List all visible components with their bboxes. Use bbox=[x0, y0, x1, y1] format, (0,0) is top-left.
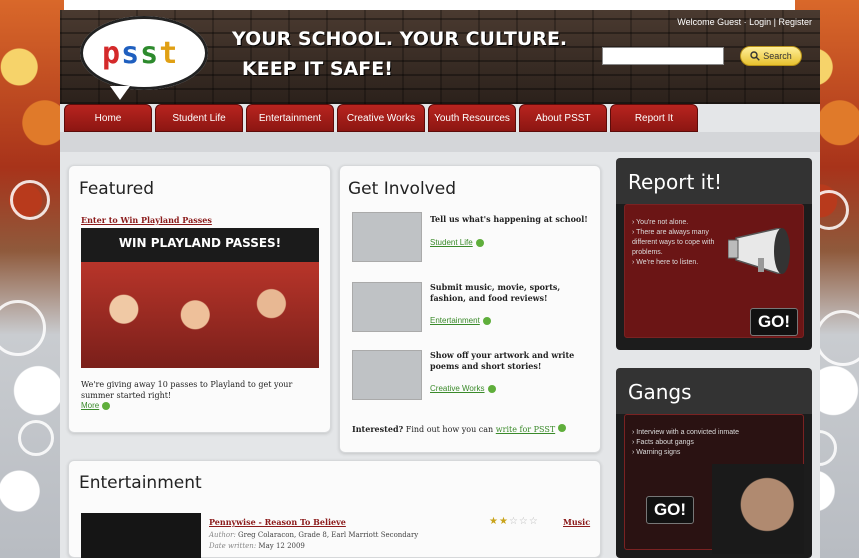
megaphone-thumbnail[interactable] bbox=[352, 212, 422, 262]
star-icon: ☆ bbox=[508, 516, 519, 527]
main-nav: Home Student Life Entertainment Creative… bbox=[64, 104, 698, 132]
involved-link-entertainment[interactable]: Entertainment bbox=[430, 316, 491, 325]
left-decorative-art bbox=[0, 0, 64, 558]
arrow-icon bbox=[557, 424, 566, 432]
nav-home[interactable]: Home bbox=[64, 104, 152, 132]
arrow-icon bbox=[487, 384, 496, 393]
list-item: You're not alone. bbox=[632, 218, 720, 228]
search-button-label: Search bbox=[763, 51, 792, 61]
search-input[interactable] bbox=[602, 47, 724, 65]
involved-link-label: Student Life bbox=[430, 238, 473, 247]
star-icon: ☆ bbox=[528, 516, 539, 527]
report-it-promo[interactable]: Report it! You're not alone. There are a… bbox=[616, 158, 812, 350]
arrow-icon bbox=[482, 316, 491, 325]
involved-link-label: Entertainment bbox=[430, 316, 480, 325]
list-item: Interview with a convicted inmate bbox=[632, 428, 762, 438]
involved-link-student-life[interactable]: Student Life bbox=[430, 238, 484, 247]
involved-link-creative-works[interactable]: Creative Works bbox=[430, 384, 496, 393]
entertainment-date: Date written: May 12 2009 bbox=[209, 542, 305, 550]
report-it-title: Report it! bbox=[628, 170, 723, 194]
get-involved-title: Get Involved bbox=[348, 179, 456, 199]
entertainment-panel: Entertainment Pennywise - Reason To Beli… bbox=[68, 460, 601, 558]
arrow-icon bbox=[102, 401, 111, 410]
gangs-list: Interview with a convicted inmate Facts … bbox=[632, 428, 762, 458]
involved-link-label: Creative Works bbox=[430, 384, 485, 393]
involved-heading-3: Show off your artwork and write poems an… bbox=[430, 350, 575, 371]
get-involved-panel: Get Involved Tell us what's happening at… bbox=[339, 165, 601, 453]
write-for-psst-link[interactable]: write for PSST bbox=[496, 425, 555, 434]
featured-link[interactable]: Enter to Win Playland Passes bbox=[81, 215, 212, 225]
nav-entertainment[interactable]: Entertainment bbox=[246, 104, 334, 132]
arrow-icon bbox=[475, 238, 484, 247]
nav-creative-works[interactable]: Creative Works bbox=[337, 104, 425, 132]
star-icon: ☆ bbox=[518, 516, 529, 527]
gangs-title: Gangs bbox=[628, 380, 692, 404]
list-item: We're here to listen. bbox=[632, 258, 720, 268]
featured-more-link[interactable]: More bbox=[81, 401, 111, 410]
artwork-thumbnail[interactable] bbox=[352, 350, 422, 400]
gangs-go-button[interactable]: GO! bbox=[646, 496, 694, 524]
involved-footer: Interested? Find out how you can write f… bbox=[352, 424, 566, 434]
list-item: There are always many different ways to … bbox=[632, 228, 720, 258]
gangs-face-image bbox=[712, 464, 804, 554]
featured-banner-text: WIN PLAYLAND PASSES! bbox=[118, 236, 282, 250]
featured-panel: Featured Enter to Win Playland Passes WI… bbox=[68, 165, 331, 433]
album-thumbnail[interactable] bbox=[81, 513, 201, 558]
date-label: Date written: bbox=[209, 542, 257, 550]
nav-report-it[interactable]: Report It bbox=[610, 104, 698, 132]
involved-footer-bold: Interested? bbox=[352, 424, 404, 434]
featured-description: We're giving away 10 passes to Playland … bbox=[81, 380, 293, 400]
search-icon bbox=[750, 51, 761, 61]
author-value: Greg Colaracon, Grade 8, Earl Marriott S… bbox=[238, 531, 419, 539]
entertainment-author: Author: Greg Colaracon, Grade 8, Earl Ma… bbox=[209, 531, 418, 539]
site-logo[interactable]: psst bbox=[80, 16, 208, 100]
site-header: psst YOUR SCHOOL. YOUR CULTURE. KEEP IT … bbox=[60, 10, 820, 104]
list-item: Facts about gangs bbox=[632, 438, 762, 448]
logo-text: psst bbox=[102, 36, 179, 71]
entertainment-category[interactable]: Music bbox=[563, 517, 590, 527]
nav-student-life[interactable]: Student Life bbox=[155, 104, 243, 132]
involved-footer-text: Find out how you can bbox=[405, 425, 494, 434]
tagline-primary: YOUR SCHOOL. YOUR CULTURE. bbox=[232, 28, 568, 50]
involved-heading-1: Tell us what's happening at school! bbox=[430, 214, 588, 224]
nav-about-psst[interactable]: About PSST bbox=[519, 104, 607, 132]
more-label: More bbox=[81, 401, 100, 410]
music-thumbnail[interactable] bbox=[352, 282, 422, 332]
nav-youth-resources[interactable]: Youth Resources bbox=[428, 104, 516, 132]
list-item: Warning signs bbox=[632, 448, 762, 458]
page-shell: psst YOUR SCHOOL. YOUR CULTURE. KEEP IT … bbox=[60, 10, 820, 558]
featured-title: Featured bbox=[79, 179, 155, 199]
tagline-secondary: KEEP IT SAFE! bbox=[242, 58, 393, 80]
entertainment-title: Entertainment bbox=[79, 473, 202, 493]
report-it-go-button[interactable]: GO! bbox=[750, 308, 798, 336]
involved-heading-2: Submit music, movie, sports, fashion, an… bbox=[430, 282, 561, 303]
megaphone-icon bbox=[728, 228, 790, 274]
account-links: Welcome Guest · Login | Register bbox=[677, 17, 812, 27]
star-rating: ★★☆☆☆ bbox=[489, 516, 539, 527]
search-button[interactable]: Search bbox=[740, 46, 802, 66]
gangs-promo[interactable]: Gangs Interview with a convicted inmate … bbox=[616, 368, 812, 558]
date-value: May 12 2009 bbox=[258, 542, 305, 550]
author-label: Author: bbox=[209, 531, 236, 539]
entertainment-item-title[interactable]: Pennywise - Reason To Believe bbox=[209, 517, 346, 527]
login-link[interactable]: Login bbox=[749, 17, 771, 27]
star-icon: ★ bbox=[498, 516, 509, 527]
nav-divider bbox=[60, 132, 820, 152]
register-link[interactable]: Register bbox=[778, 17, 812, 27]
welcome-text: Welcome Guest bbox=[677, 17, 742, 27]
star-icon: ★ bbox=[489, 516, 499, 527]
report-it-list: You're not alone. There are always many … bbox=[632, 218, 720, 268]
